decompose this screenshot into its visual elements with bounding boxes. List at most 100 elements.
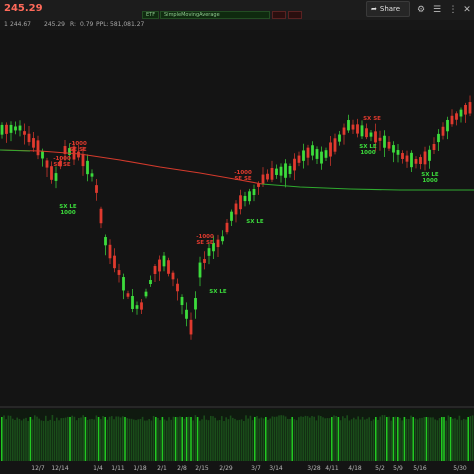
volume-bar xyxy=(91,418,93,461)
signal-label: SX LE xyxy=(209,289,227,295)
candle-body xyxy=(347,120,350,131)
volume-bar xyxy=(287,418,289,461)
volume-bar xyxy=(372,419,375,461)
volume-bar xyxy=(80,417,82,461)
x-tick-label: 4/18 xyxy=(348,465,362,472)
candle-body xyxy=(90,173,94,177)
study-label-sma[interactable]: SimpleMovingAverage xyxy=(160,11,270,19)
volume-bar xyxy=(210,415,212,461)
candle-body xyxy=(198,262,202,278)
volume-bar xyxy=(425,417,428,461)
volume-bar xyxy=(289,418,291,461)
price-chart[interactable]: -1000SE SE-1000SE SESX LE1000-1000SE SES… xyxy=(0,30,474,474)
volume-bar xyxy=(214,417,216,461)
candle-body xyxy=(284,163,287,178)
volume-bar xyxy=(117,416,120,461)
candle-body xyxy=(414,159,418,164)
volume-bar xyxy=(126,418,128,461)
volume-bar xyxy=(95,415,98,461)
x-tick-label: 2/29 xyxy=(219,465,233,472)
signal-marker: -1000SE SE xyxy=(53,156,71,168)
candle-body xyxy=(81,153,85,167)
candle-body xyxy=(203,259,206,263)
volume-bar xyxy=(249,415,252,461)
candle-body xyxy=(45,160,49,168)
signal-marker: SX LE1000 xyxy=(59,204,77,216)
volume-bar xyxy=(115,416,117,461)
volume-bar xyxy=(454,418,456,461)
volume-bar xyxy=(317,415,320,461)
candle-body xyxy=(369,132,373,137)
volume-bar xyxy=(100,419,102,461)
candle-body xyxy=(108,244,112,259)
volume-bar xyxy=(179,416,181,461)
volume-bar xyxy=(42,420,45,461)
candle-body xyxy=(0,124,4,135)
volume-bar xyxy=(14,419,16,461)
more-icon[interactable]: ⋮ xyxy=(446,3,460,17)
x-tick-label: 1/11 xyxy=(111,465,125,472)
volume-bar xyxy=(238,419,241,461)
sliders-icon[interactable]: ☰ xyxy=(430,3,444,17)
study-label-etf[interactable]: ETF xyxy=(142,11,160,19)
candle-body xyxy=(288,166,292,174)
candle-body xyxy=(167,260,170,274)
last-price: 245.29 xyxy=(4,3,43,14)
signal-marker: SX LE1000 xyxy=(421,172,439,184)
volume-bar xyxy=(350,419,353,461)
candle-body xyxy=(113,255,116,269)
volume-bar xyxy=(174,417,177,461)
candle-body xyxy=(423,151,427,165)
quote-field-4: 0.79 xyxy=(80,21,94,28)
volume-bar xyxy=(166,420,168,461)
candle-body xyxy=(162,255,166,267)
volume-bar xyxy=(421,417,423,461)
candle-body xyxy=(180,296,184,306)
candle-body xyxy=(158,259,161,272)
volume-bar xyxy=(18,418,21,461)
volume-bar xyxy=(227,419,230,461)
candle-body xyxy=(243,195,247,202)
volume-bar xyxy=(146,420,148,461)
volume-bar xyxy=(216,420,219,461)
volume-bar xyxy=(366,418,368,461)
volume-bar xyxy=(75,420,78,461)
candle-body xyxy=(261,174,265,185)
volume-bar xyxy=(300,416,302,461)
volume-bar xyxy=(322,417,324,461)
volume-bar xyxy=(102,416,104,461)
volume-bar xyxy=(40,420,43,461)
candle-body xyxy=(18,125,22,131)
share-button[interactable]: ➦ Share xyxy=(366,1,410,17)
x-tick-label: 12/7 xyxy=(31,465,45,472)
close-icon[interactable]: ✕ xyxy=(460,3,474,17)
volume-bar xyxy=(97,417,100,461)
quote-bar: 1 244.67 245.29 R: 0.79 PPL: 581,081.27 xyxy=(0,20,474,30)
candle-body xyxy=(419,157,422,165)
volume-bar xyxy=(381,415,384,461)
volume-bar xyxy=(359,419,362,461)
volume-bar xyxy=(331,417,333,461)
volume-bar xyxy=(207,420,210,461)
volume-bar xyxy=(45,415,47,461)
volume-bar xyxy=(265,417,267,461)
candle-body xyxy=(32,138,35,148)
gear-icon[interactable]: ⚙ xyxy=(414,3,428,17)
candle-body xyxy=(342,127,346,135)
volume-bar xyxy=(73,416,76,461)
volume-bar xyxy=(410,415,412,461)
volume-bar xyxy=(124,417,126,461)
volume-bar xyxy=(20,420,23,461)
volume-bar xyxy=(183,418,186,461)
signal-marker: -1000SE SE xyxy=(234,170,252,182)
volume-bar xyxy=(38,418,40,461)
quote-field-2: 245.29 xyxy=(44,21,65,28)
study-value-box-2 xyxy=(288,11,302,19)
candle-body xyxy=(405,155,409,162)
volume-bar xyxy=(104,417,106,461)
candle-body xyxy=(252,188,256,196)
share-icon: ➦ xyxy=(371,5,377,13)
volume-bar xyxy=(247,418,249,461)
candle-body xyxy=(311,145,314,156)
volume-bar xyxy=(273,416,276,461)
